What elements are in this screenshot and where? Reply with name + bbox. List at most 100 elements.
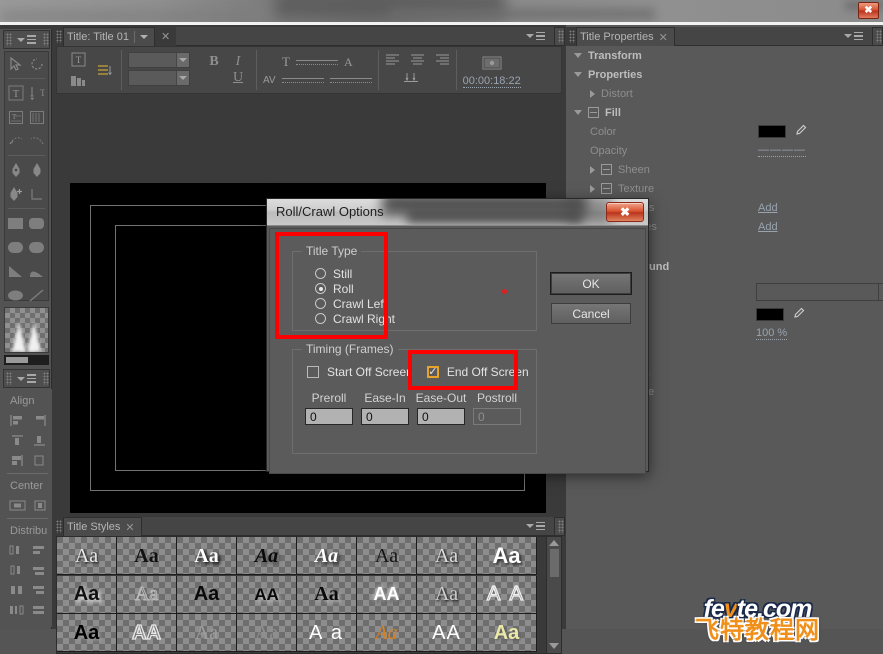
- tab-title-01[interactable]: Title: Title 01: [63, 27, 155, 46]
- italic-button[interactable]: I: [226, 54, 250, 70]
- cancel-button[interactable]: Cancel: [551, 303, 631, 324]
- pen-tool[interactable]: [5, 158, 27, 182]
- style-swatch[interactable]: Aa: [117, 537, 177, 575]
- align-vertical-center-button[interactable]: [29, 450, 51, 470]
- fill-color-swatch[interactable]: [758, 125, 786, 138]
- timecode-value[interactable]: 00:00:18:22: [462, 75, 521, 88]
- clipped-corner-rectangle-tool[interactable]: [5, 235, 27, 259]
- gradient-preview-swatch[interactable]: [4, 307, 49, 353]
- rectangle-tool[interactable]: [5, 211, 27, 235]
- add-inner-stroke-link[interactable]: Add: [758, 202, 778, 214]
- font-size-field[interactable]: [295, 59, 338, 65]
- dialog-titlebar[interactable]: Roll/Crawl Options ✖: [267, 199, 648, 226]
- add-outer-stroke-link[interactable]: Add: [758, 221, 778, 233]
- style-swatch[interactable]: A A: [477, 575, 537, 614]
- style-swatch[interactable]: Aa: [117, 575, 177, 614]
- property-row-color[interactable]: Color: [568, 122, 881, 141]
- property-row-opacity[interactable]: Opacity ————: [568, 141, 881, 160]
- radio-indicator[interactable]: [315, 283, 326, 294]
- align-right-text-button[interactable]: [435, 54, 450, 68]
- style-swatch[interactable]: Aa: [177, 614, 237, 653]
- radio-indicator[interactable]: [315, 268, 326, 279]
- style-swatch[interactable]: Aa: [477, 614, 537, 653]
- style-swatch[interactable]: Aa: [177, 575, 237, 614]
- styles-scrollbar[interactable]: [546, 537, 561, 653]
- field-input-ease-out[interactable]: 0: [417, 408, 465, 425]
- align-left-text-button[interactable]: [385, 54, 400, 68]
- scroll-up-arrow-icon[interactable]: [549, 540, 559, 546]
- sheen-checkbox[interactable]: [601, 164, 612, 175]
- radio-crawl-right[interactable]: Crawl Right: [315, 311, 536, 326]
- property-group-fill[interactable]: Fill: [568, 103, 881, 122]
- opacity-value[interactable]: ————: [758, 144, 806, 157]
- line-tool[interactable]: [27, 283, 49, 307]
- distribute-left-button[interactable]: [7, 540, 29, 560]
- distribute-center-v-button[interactable]: [29, 560, 51, 580]
- dialog-close-button[interactable]: ✖: [606, 202, 644, 222]
- style-swatch[interactable]: Aa: [417, 537, 477, 575]
- show-video-icon[interactable]: [481, 52, 503, 73]
- property-group-texture[interactable]: Texture: [568, 179, 881, 198]
- tracking-field[interactable]: [329, 78, 372, 83]
- panel-grip-icon[interactable]: [6, 372, 12, 385]
- tab-stops-button[interactable]: [403, 72, 431, 86]
- delete-anchor-point-tool[interactable]: [27, 158, 49, 182]
- panel-grip-right[interactable]: [554, 517, 565, 536]
- style-swatch[interactable]: Aa: [297, 575, 357, 614]
- panel-menu-button[interactable]: [17, 35, 36, 44]
- style-swatch[interactable]: A a: [297, 614, 357, 653]
- tab-close-icon[interactable]: ✕: [161, 30, 170, 43]
- style-swatch[interactable]: AA: [357, 575, 417, 614]
- radio-crawl-left[interactable]: Crawl Left: [315, 296, 536, 311]
- style-swatch[interactable]: Aa: [57, 614, 117, 653]
- distribute-horizontal-spacing-button[interactable]: [7, 600, 29, 620]
- fill-checkbox[interactable]: [588, 107, 599, 118]
- arc-tool[interactable]: [27, 259, 49, 283]
- radio-still[interactable]: Still: [315, 266, 536, 281]
- text-list-icon[interactable]: [93, 60, 115, 81]
- distribute-top-button[interactable]: [7, 560, 29, 580]
- style-swatch[interactable]: Aa: [57, 575, 117, 614]
- style-swatch[interactable]: AA: [117, 614, 177, 653]
- wedge-tool[interactable]: [5, 259, 27, 283]
- selection-tool[interactable]: [5, 52, 27, 76]
- ellipse-tool[interactable]: [5, 283, 27, 307]
- field-input-ease-in[interactable]: 0: [361, 408, 409, 425]
- underline-button[interactable]: U: [226, 70, 250, 86]
- field-input-preroll[interactable]: 0: [305, 408, 353, 425]
- type-tool[interactable]: T: [5, 81, 27, 105]
- vertical-type-tool[interactable]: T: [27, 81, 49, 105]
- property-group-sheen[interactable]: Sheen: [568, 160, 881, 179]
- align-top-button[interactable]: [7, 430, 29, 450]
- background-opacity-value[interactable]: 100 %: [756, 327, 788, 340]
- kerning-field[interactable]: [281, 78, 324, 83]
- property-group-properties[interactable]: Properties: [568, 65, 881, 84]
- align-right-button[interactable]: [29, 410, 51, 430]
- style-swatch[interactable]: Aa: [417, 575, 477, 614]
- panel-menu-button[interactable]: [844, 31, 863, 41]
- distribute-bottom-button[interactable]: [29, 580, 51, 600]
- eyedropper-icon[interactable]: [794, 124, 807, 140]
- scrollbar-thumb[interactable]: [548, 548, 560, 578]
- rounded-corner-rectangle-tool[interactable]: [27, 235, 49, 259]
- eyedropper-icon[interactable]: [792, 307, 805, 323]
- property-group-distort[interactable]: Distort: [568, 84, 881, 103]
- distribute-center-h-button[interactable]: [29, 540, 51, 560]
- panel-menu-button[interactable]: [526, 521, 545, 531]
- radio-indicator[interactable]: [315, 298, 326, 309]
- panel-grip-icon[interactable]: [43, 372, 49, 385]
- style-swatch[interactable]: Aa: [357, 537, 417, 575]
- roll-crawl-options-icon[interactable]: [67, 70, 89, 91]
- chevron-down-icon[interactable]: [139, 35, 148, 39]
- style-swatch[interactable]: Aa: [297, 537, 357, 575]
- panel-grip-icon[interactable]: [53, 27, 63, 46]
- color-swatch-bar[interactable]: [4, 355, 49, 365]
- add-anchor-point-tool[interactable]: [5, 182, 27, 206]
- style-swatch[interactable]: AA: [417, 614, 477, 653]
- property-group-transform[interactable]: Transform: [568, 46, 881, 65]
- scroll-down-arrow-icon[interactable]: [549, 643, 559, 649]
- start-off-screen-checkbox[interactable]: [307, 366, 319, 378]
- vertical-area-type-tool[interactable]: [27, 105, 49, 129]
- window-close-button[interactable]: ✖: [858, 2, 879, 19]
- panel-menu-button[interactable]: [17, 374, 36, 383]
